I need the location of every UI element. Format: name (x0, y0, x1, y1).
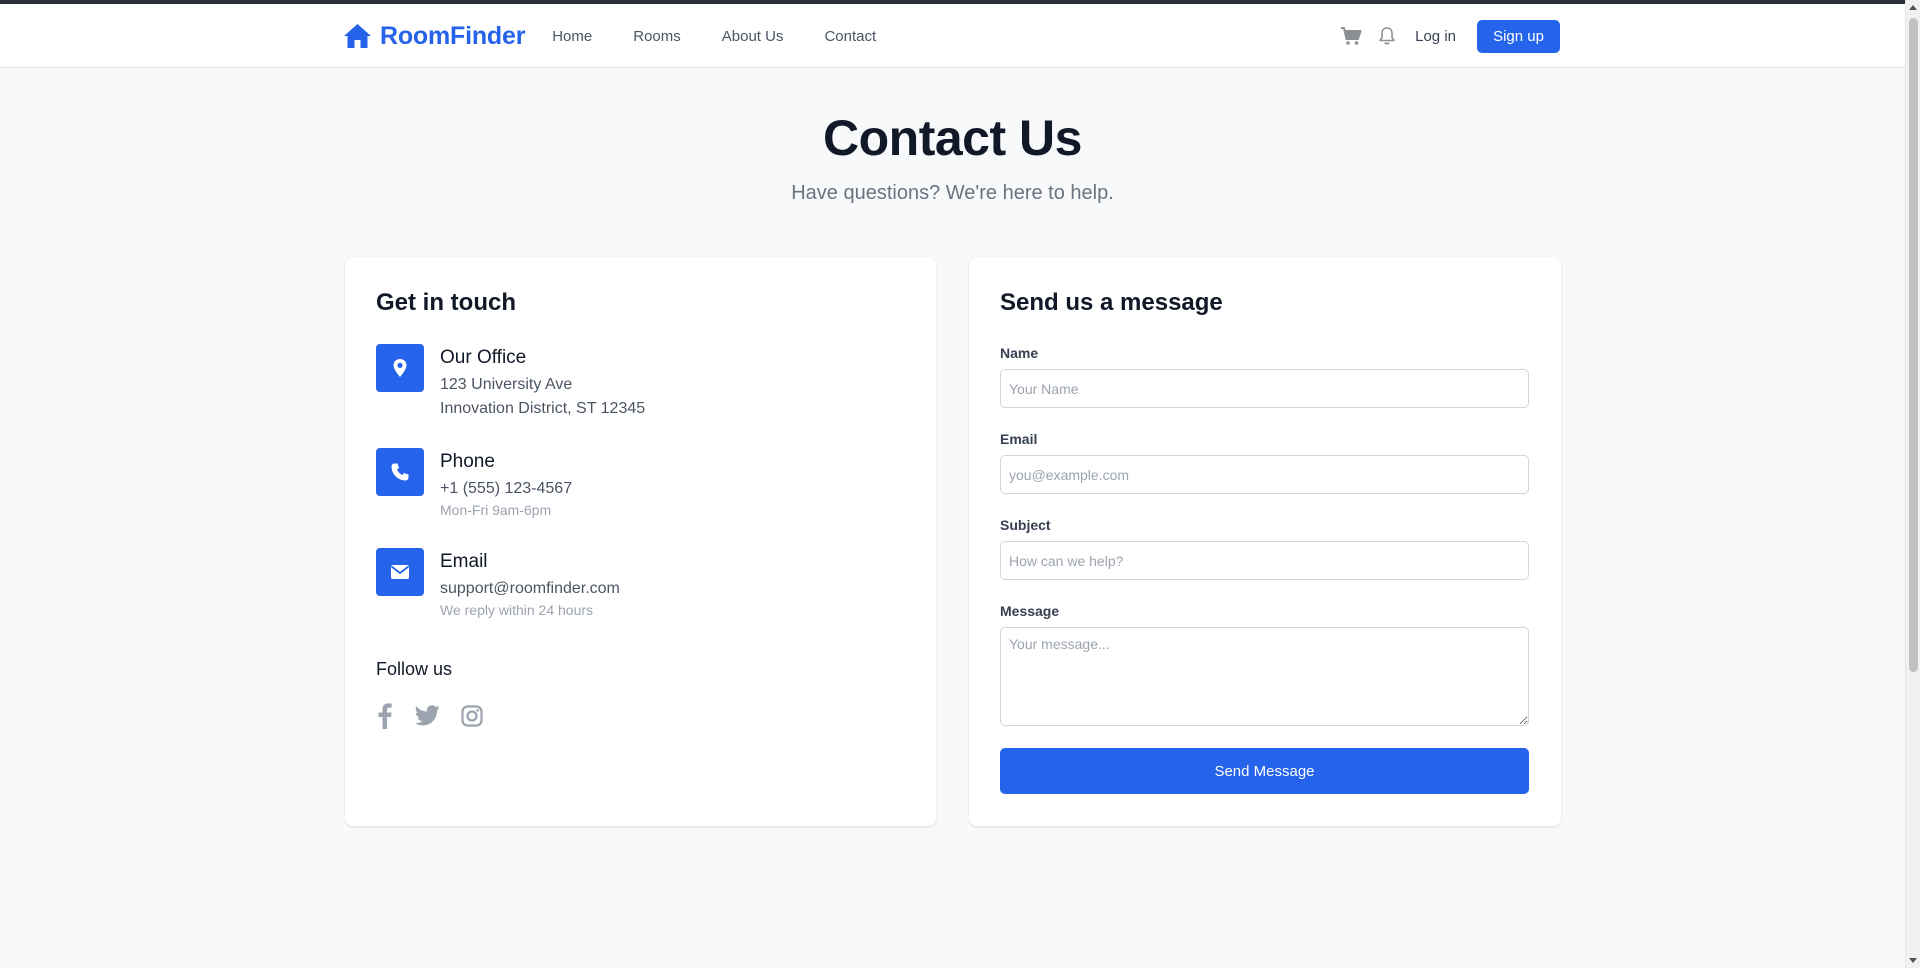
name-label: Name (1000, 345, 1039, 361)
facebook-link[interactable] (376, 703, 394, 729)
twitter-icon (414, 705, 440, 726)
send-message-button[interactable]: Send Message (1000, 748, 1529, 794)
phone-hours: Mon-Fri 9am-6pm (440, 502, 552, 518)
office-title: Our Office (440, 347, 527, 368)
name-input[interactable] (1000, 369, 1529, 408)
scroll-up-arrow-icon[interactable] (1909, 5, 1917, 10)
phone-details: Phone +1 (555) 123-4567 Mon-Fri 9am-6pm (440, 448, 572, 518)
message-field-group: Message (1000, 603, 1529, 731)
follow-us-title: Follow us (376, 659, 453, 679)
page-scrollbar[interactable] (1905, 0, 1920, 968)
contact-info-title: Get in touch (376, 289, 516, 316)
scrollbar-thumb[interactable] (1909, 18, 1918, 672)
navbar: RoomFinder Home Rooms About Us Contact L… (0, 4, 1905, 68)
message-form-title: Send us a message (1000, 289, 1223, 316)
contact-info-card: Get in touch Our Office 123 University A… (345, 257, 936, 826)
office-details: Our Office 123 University Ave Innovation… (440, 344, 645, 418)
email-address[interactable]: support@roomfinder.com (440, 580, 620, 598)
map-pin-icon (393, 359, 407, 377)
name-field-group: Name (1000, 345, 1529, 408)
phone-title: Phone (440, 451, 495, 472)
subject-label: Subject (1000, 517, 1051, 533)
message-label: Message (1000, 603, 1060, 619)
main-nav: Home Rooms About Us Contact (552, 28, 917, 45)
signup-button[interactable]: Sign up (1477, 19, 1560, 53)
email-input[interactable] (1000, 455, 1529, 494)
navbar-inner: RoomFinder Home Rooms About Us Contact L… (343, 4, 1560, 68)
message-textarea[interactable] (1000, 627, 1529, 726)
phone-number[interactable]: +1 (555) 123-4567 (440, 480, 572, 498)
email-icon-box (376, 548, 424, 596)
brand-name: RoomFinder (380, 21, 526, 50)
envelope-icon (390, 565, 410, 579)
page-subtitle: Have questions? We're here to help. (791, 182, 1114, 204)
notifications-button[interactable] (1375, 24, 1399, 48)
home-icon (344, 24, 371, 48)
nav-home[interactable]: Home (552, 28, 592, 45)
office-address-line2: Innovation District, ST 12345 (440, 400, 646, 417)
navbar-actions: Log in Sign up (1339, 19, 1560, 53)
message-form-card: Send us a message Name Email Subject Mes… (969, 257, 1561, 826)
cart-icon (1341, 27, 1362, 45)
brand-logo-link[interactable]: RoomFinder (343, 22, 525, 51)
email-title: Email (440, 551, 488, 572)
subject-field-group: Subject (1000, 517, 1529, 580)
subject-input[interactable] (1000, 541, 1529, 580)
social-links (376, 703, 484, 729)
email-details: Email support@roomfinder.com We reply wi… (440, 548, 620, 618)
nav-rooms[interactable]: Rooms (633, 28, 681, 45)
twitter-link[interactable] (414, 703, 440, 729)
email-reply-time: We reply within 24 hours (440, 602, 594, 618)
email-info: Email support@roomfinder.com We reply wi… (376, 548, 620, 618)
nav-about-us[interactable]: About Us (722, 28, 784, 45)
facebook-icon (378, 703, 392, 729)
office-info: Our Office 123 University Ave Innovation… (376, 344, 645, 418)
nav-contact[interactable]: Contact (824, 28, 876, 45)
bell-icon (1379, 27, 1395, 45)
cart-button[interactable] (1339, 24, 1363, 48)
phone-info: Phone +1 (555) 123-4567 Mon-Fri 9am-6pm (376, 448, 572, 518)
email-field-group: Email (1000, 431, 1529, 494)
login-link[interactable]: Log in (1415, 28, 1456, 45)
office-icon-box (376, 344, 424, 392)
instagram-link[interactable] (460, 704, 484, 728)
scroll-down-arrow-icon[interactable] (1909, 958, 1917, 963)
instagram-icon (461, 705, 483, 727)
phone-icon-box (376, 448, 424, 496)
page-title: Contact Us (823, 110, 1082, 166)
email-label: Email (1000, 431, 1038, 447)
office-address-line1: 123 University Ave (440, 376, 573, 393)
phone-icon (391, 463, 409, 481)
